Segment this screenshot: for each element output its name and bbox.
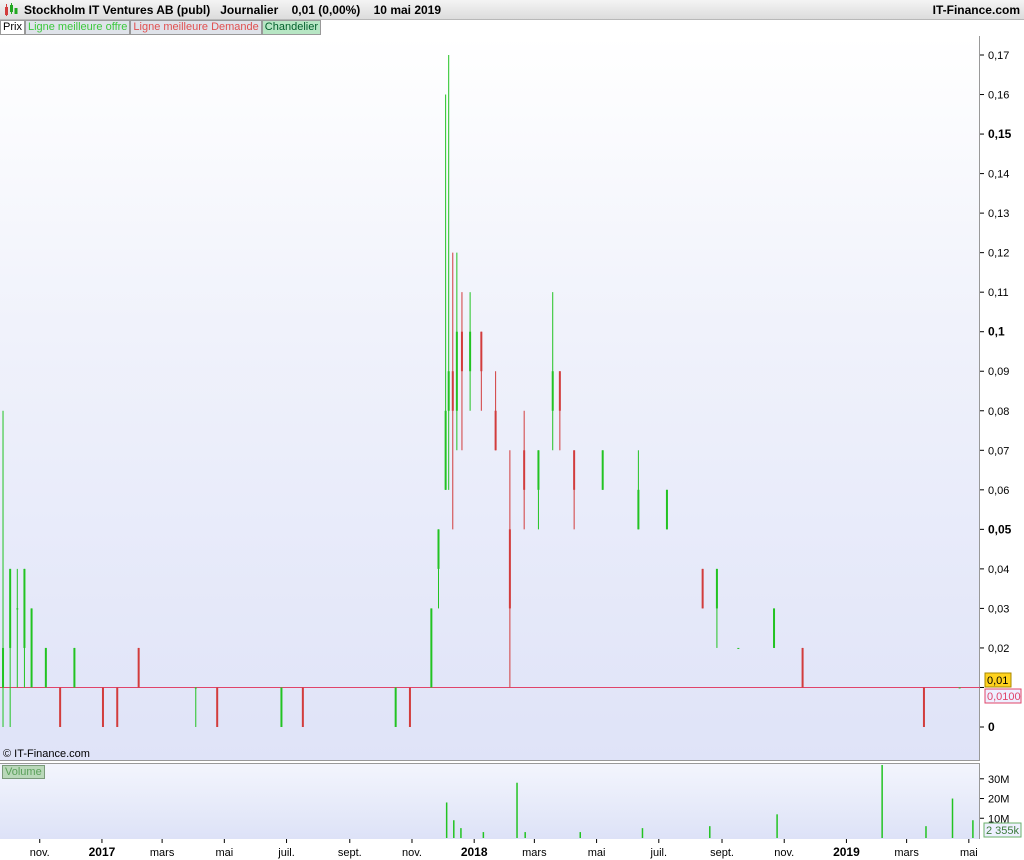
candle-body [59, 687, 62, 727]
candle-body [637, 489, 640, 530]
price-tick-label: 0,05 [988, 522, 1012, 536]
candle-body [2, 647, 5, 688]
time-tick-label: 2017 [89, 845, 116, 859]
candle-body [523, 450, 526, 490]
volume-axis: 10M20M30M [980, 774, 1009, 825]
candle-body [701, 568, 704, 609]
time-tick-label: sept. [338, 847, 362, 859]
candle-body [922, 687, 925, 727]
candle-body [194, 687, 197, 689]
time-tick-label: nov. [774, 847, 794, 859]
candle-body [23, 568, 26, 648]
time-tick-label: sept. [710, 847, 734, 859]
candles-group [2, 55, 961, 727]
candle-body [665, 489, 668, 530]
price-tick-label: 0,15 [988, 127, 1012, 141]
time-tick-label: mars [522, 847, 547, 859]
price-axis: 0 0,02 0,03 0,04 0,05 0,06 0,07 0,08 0,09 0,1 0,11… [980, 50, 1012, 734]
price-tick-label: 0,11 [988, 287, 1009, 299]
candle-body [469, 331, 472, 372]
price-tick-label: 0,04 [988, 564, 1009, 576]
candle-body [101, 687, 104, 727]
candle-body [958, 687, 961, 689]
time-tick-label: 2018 [461, 845, 488, 859]
copyright-text: © IT-Finance.com [3, 748, 90, 760]
price-tick-label: 0,12 [988, 248, 1009, 260]
time-tick-label: mai [588, 847, 606, 859]
candle-body [408, 687, 411, 727]
candle-body [280, 687, 283, 727]
price-tick-label: 0,07 [988, 445, 1009, 457]
price-tick-label: 0 [988, 720, 995, 734]
candle-body [801, 647, 804, 688]
price-tick-label: 0,09 [988, 366, 1009, 378]
price-badge: 0,01 [987, 675, 1008, 687]
candle-body [455, 331, 458, 411]
candle-body [73, 647, 76, 688]
candle-body [737, 647, 740, 649]
volume-bars-group [445, 764, 974, 838]
price-tick-label: 0,03 [988, 603, 1009, 615]
volume-tick-label: 30M [988, 774, 1009, 786]
candle-body [444, 410, 447, 490]
time-tick-label: mai [960, 847, 978, 859]
candle-body [216, 687, 219, 727]
time-tick-label: mai [215, 847, 233, 859]
candle-body [480, 331, 483, 372]
candle-body [437, 529, 440, 569]
time-tick-label: nov. [402, 847, 422, 859]
candle-body [9, 568, 12, 648]
candle-body [301, 687, 304, 727]
time-tick-label: nov. [30, 847, 50, 859]
volume-label[interactable]: Volume [2, 765, 45, 779]
candle-body [394, 687, 397, 727]
chart-canvas: 0 0,02 0,03 0,04 0,05 0,06 0,07 0,08 0,09 0,1 0,11… [0, 50, 1022, 859]
candle-body [460, 331, 463, 372]
price-tick-label: 0,13 [988, 208, 1009, 220]
candle-body [558, 371, 561, 411]
price-tick-label: 0,1 [988, 325, 1005, 339]
price-tick-label: 0,08 [988, 406, 1009, 418]
volume-tick-label: 20M [988, 794, 1009, 806]
candle-body [601, 450, 604, 490]
candle-body [137, 647, 140, 688]
price-badge-secondary: 0,0100 [987, 691, 1021, 703]
candle-body [537, 450, 540, 490]
time-axis: nov. 2017 mars mai juil. sept. nov. 2018 mars mai… [30, 839, 978, 859]
time-tick-label: mars [894, 847, 919, 859]
candle-body [573, 450, 576, 490]
price-tick-label: 0,02 [988, 643, 1009, 655]
candle-body [44, 647, 47, 688]
candle-body [551, 371, 554, 411]
candle-body [773, 608, 776, 648]
price-tick-label: 0,06 [988, 485, 1009, 497]
candle-body [447, 371, 450, 411]
candle-body [430, 608, 433, 688]
candle-body [508, 529, 511, 609]
price-tick-label: 0,17 [988, 50, 1009, 62]
candle-body [715, 568, 718, 609]
time-tick-label: mars [150, 847, 175, 859]
candle-body [116, 687, 119, 727]
time-tick-label: juil. [650, 847, 668, 859]
time-tick-label: 2019 [833, 845, 860, 859]
price-tick-label: 0,14 [988, 169, 1009, 181]
price-tick-label: 0,16 [988, 90, 1009, 102]
candle-body [494, 410, 497, 451]
candle-body [451, 371, 454, 411]
time-tick-label: juil. [277, 847, 295, 859]
candle-body [16, 608, 19, 610]
candle-body [30, 608, 33, 688]
volume-badge: 2 355k [986, 825, 1020, 837]
